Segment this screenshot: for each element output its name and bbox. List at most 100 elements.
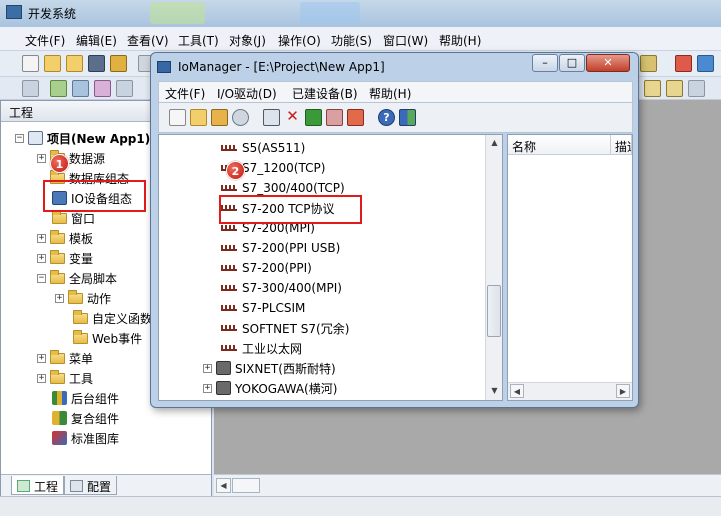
column-header-name[interactable]: 名称 xyxy=(508,135,611,155)
expand-icon[interactable]: + xyxy=(203,363,212,373)
vendor-item-yokogawa[interactable]: + YOKOGAWA(横河) xyxy=(203,379,337,397)
device-item[interactable]: S7-200(PPI USB) xyxy=(221,239,340,257)
tree-item-menu[interactable]: + 菜单 xyxy=(37,349,93,367)
tool-icon[interactable] xyxy=(94,80,111,97)
device-icon xyxy=(221,305,237,311)
new-icon[interactable] xyxy=(169,109,186,126)
scroll-thumb[interactable] xyxy=(232,478,260,493)
tool-icon[interactable] xyxy=(644,80,661,97)
expand-icon[interactable]: + xyxy=(55,293,64,303)
dialog-menu-io-driver[interactable]: I/O驱动(D) xyxy=(217,85,277,102)
menu-file[interactable]: 文件(F) xyxy=(25,32,65,49)
open-icon[interactable] xyxy=(44,55,61,72)
folder-icon[interactable] xyxy=(66,55,83,72)
maximize-button[interactable]: □ xyxy=(559,54,585,72)
menu-edit[interactable]: 编辑(E) xyxy=(76,32,117,49)
menu-window[interactable]: 窗口(W) xyxy=(383,32,428,49)
tree-item-label: 复合组件 xyxy=(71,411,120,426)
exit-icon[interactable] xyxy=(399,109,416,126)
folder-icon xyxy=(50,349,65,364)
tab-project[interactable]: 工程 xyxy=(11,476,65,495)
scroll-left-icon[interactable]: ◀ xyxy=(216,478,231,493)
expand-icon[interactable]: + xyxy=(203,383,212,393)
vendor-icon xyxy=(216,381,231,395)
tree-item-web-event[interactable]: Web事件 xyxy=(73,329,142,347)
tree-item-template[interactable]: + 模板 xyxy=(37,229,93,247)
tool-icon[interactable] xyxy=(50,80,67,97)
help-icon[interactable]: ? xyxy=(378,109,395,126)
tree-item-composite-component[interactable]: 复合组件 xyxy=(52,409,119,427)
device-item[interactable]: SOFTNET S7(冗余) xyxy=(221,319,349,337)
expand-icon[interactable]: + xyxy=(37,373,46,383)
dialog-menu-file[interactable]: 文件(F) xyxy=(165,85,205,102)
tool-icon[interactable] xyxy=(675,55,692,72)
tool-icon[interactable] xyxy=(697,55,714,72)
horizontal-scrollbar[interactable]: ◀ xyxy=(214,474,721,496)
expand-icon[interactable]: + xyxy=(37,253,46,263)
scroll-left-icon[interactable]: ◀ xyxy=(510,384,524,398)
tool-icon[interactable] xyxy=(640,55,657,72)
dialog-menu-help[interactable]: 帮助(H) xyxy=(369,85,411,102)
tree-item-custom-function[interactable]: 自定义函数 xyxy=(73,309,152,327)
copy-icon[interactable] xyxy=(326,109,343,126)
component-icon xyxy=(52,391,67,405)
tool-icon[interactable] xyxy=(116,80,133,97)
device-property-list: 名称 描述 ◀ ▶ xyxy=(507,134,633,401)
tree-item-global-script[interactable]: − 全局脚本 xyxy=(37,269,117,287)
device-item[interactable]: S7-300/400(MPI) xyxy=(221,279,342,297)
menu-tools[interactable]: 工具(T) xyxy=(178,32,219,49)
device-item[interactable]: S7-PLCSIM xyxy=(221,299,305,317)
device-tree-scrollbar[interactable]: ▲ ▼ xyxy=(485,135,502,400)
menu-view[interactable]: 查看(V) xyxy=(127,32,169,49)
back-icon[interactable] xyxy=(305,109,322,126)
close-button[interactable]: ✕ xyxy=(586,54,630,72)
menu-function[interactable]: 功能(S) xyxy=(331,32,372,49)
tool-icon[interactable] xyxy=(688,80,705,97)
search-icon[interactable] xyxy=(232,109,249,126)
menu-help[interactable]: 帮助(H) xyxy=(439,32,481,49)
horizontal-scrollbar[interactable]: ◀ ▶ xyxy=(508,382,632,400)
dialog-menu-built-devices[interactable]: 已建设备(B) xyxy=(292,85,358,102)
tree-item-datasource[interactable]: + 数据源 xyxy=(37,149,105,167)
tree-item-standard-library[interactable]: 标准图库 xyxy=(52,429,119,447)
tool-icon[interactable] xyxy=(22,80,39,97)
scroll-up-icon[interactable]: ▲ xyxy=(487,136,502,151)
device-item[interactable]: S5(AS511) xyxy=(221,139,305,157)
device-item[interactable]: S7-200(PPI) xyxy=(221,259,312,277)
tree-item-variable[interactable]: + 变量 xyxy=(37,249,93,267)
device-icon xyxy=(221,145,237,151)
collapse-icon[interactable]: − xyxy=(15,133,24,143)
hand-icon[interactable] xyxy=(211,109,228,126)
tool-icon[interactable] xyxy=(72,80,89,97)
folder-icon xyxy=(50,249,65,264)
tree-item-tools[interactable]: + 工具 xyxy=(37,369,93,387)
open-icon[interactable] xyxy=(190,109,207,126)
new-icon[interactable] xyxy=(22,55,39,72)
tree-item-action[interactable]: + 动作 xyxy=(55,289,111,307)
expand-icon[interactable]: + xyxy=(37,153,46,163)
menu-operate[interactable]: 操作(O) xyxy=(278,32,321,49)
scroll-thumb[interactable] xyxy=(487,285,501,337)
delete-icon[interactable]: ✕ xyxy=(284,109,301,126)
tree-root[interactable]: − 项目(New App1) xyxy=(15,129,150,147)
folder-icon xyxy=(68,289,83,304)
minimize-button[interactable]: – xyxy=(532,54,558,72)
remove-all-icon[interactable] xyxy=(347,109,364,126)
tree-item-background-component[interactable]: 后台组件 xyxy=(52,389,119,407)
scroll-right-icon[interactable]: ▶ xyxy=(616,384,630,398)
edit-icon[interactable] xyxy=(263,109,280,126)
tree-item-label: 全局脚本 xyxy=(69,271,118,286)
column-header-description[interactable]: 描述 xyxy=(611,135,632,155)
menu-object[interactable]: 对象(J) xyxy=(229,32,266,49)
expand-icon[interactable]: + xyxy=(37,353,46,363)
scroll-down-icon[interactable]: ▼ xyxy=(487,384,502,399)
tool-icon[interactable] xyxy=(666,80,683,97)
save-icon[interactable] xyxy=(88,55,105,72)
save-all-icon[interactable] xyxy=(110,55,127,72)
vendor-item-sixnet[interactable]: + SIXNET(西斯耐特) xyxy=(203,359,336,377)
device-item[interactable]: 工业以太网 xyxy=(221,339,302,357)
network-icon xyxy=(157,61,171,73)
tab-config[interactable]: 配置 xyxy=(64,476,118,495)
collapse-icon[interactable]: − xyxy=(37,273,46,283)
expand-icon[interactable]: + xyxy=(37,233,46,243)
